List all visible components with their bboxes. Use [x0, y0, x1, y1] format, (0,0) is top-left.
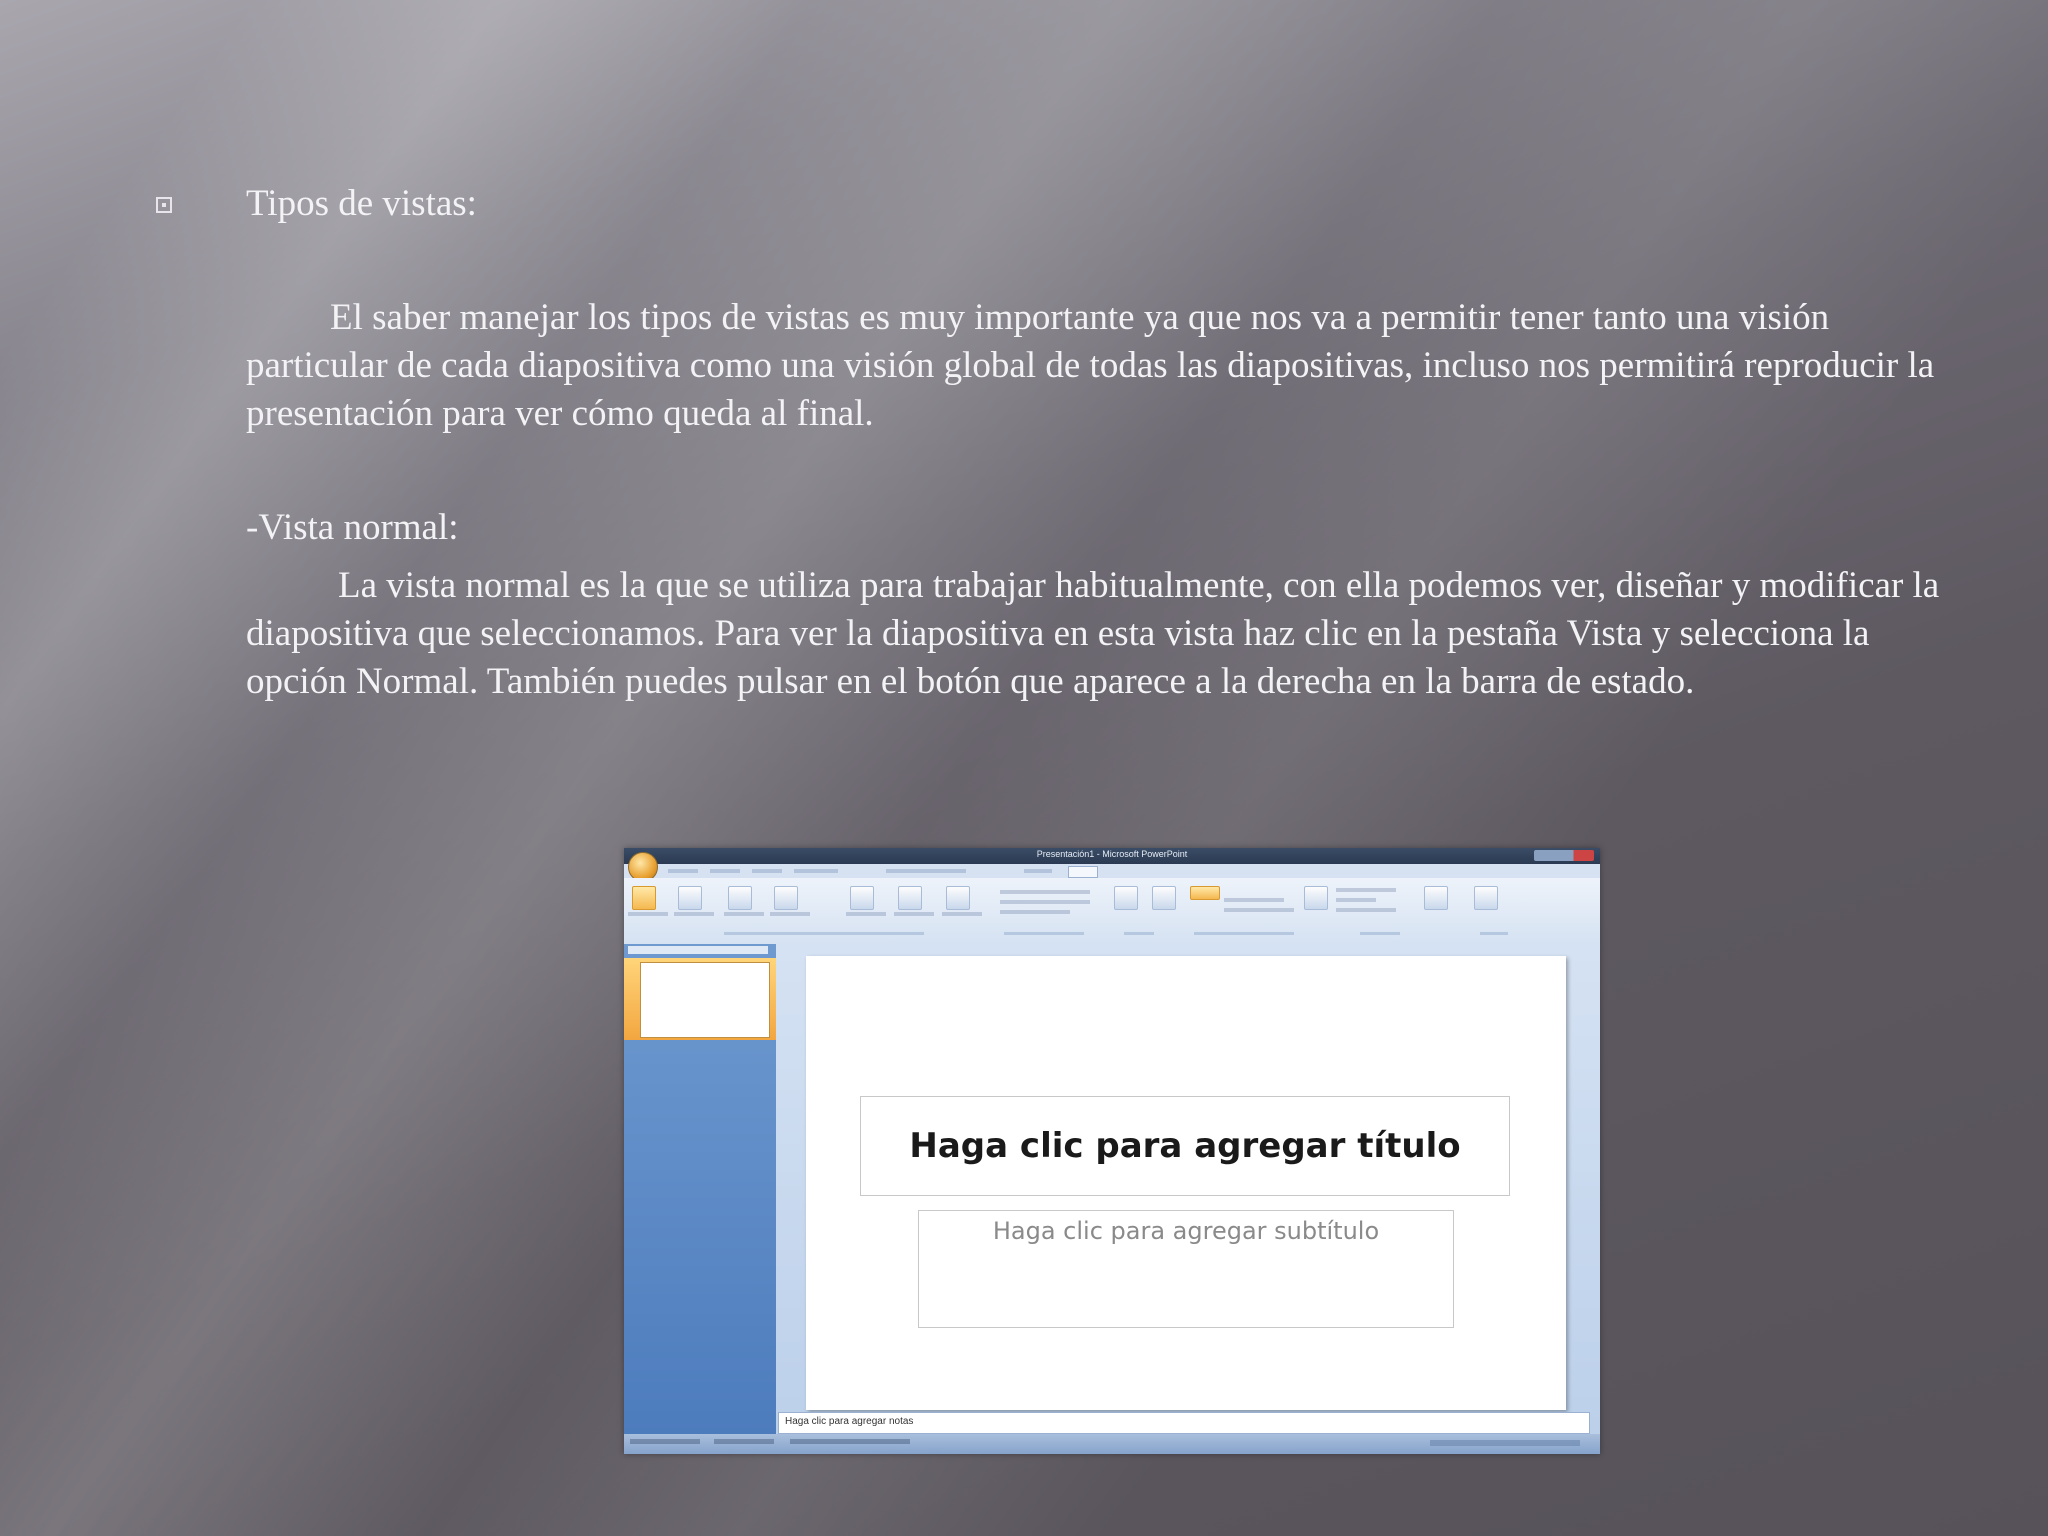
ribbon-tab-placeholder — [752, 869, 782, 873]
ribbon-group-placeholder — [1360, 932, 1400, 935]
screenshot-status-bar — [624, 1434, 1600, 1454]
ribbon-label-placeholder — [1000, 900, 1090, 904]
notes-page-icon — [728, 886, 752, 910]
screenshot-ribbon-tabs — [624, 864, 1600, 878]
paragraph-intro-text: El saber manejar los tipos de vistas es … — [246, 297, 1935, 434]
ribbon-label-placeholder — [770, 912, 810, 916]
ribbon-label-placeholder — [628, 912, 668, 916]
paragraph-intro: El saber manejar los tipos de vistas es … — [246, 294, 1946, 438]
slide-sorter-icon — [678, 886, 702, 910]
status-theme — [714, 1439, 774, 1444]
ribbon-group-placeholder — [1124, 932, 1154, 935]
zoom-slider — [1430, 1440, 1580, 1446]
normal-view-icon — [632, 886, 656, 910]
new-window-icon — [1304, 886, 1328, 910]
status-language — [790, 1439, 910, 1444]
ribbon-tab-placeholder — [886, 869, 966, 873]
notes-pane: Haga clic para agregar notas — [778, 1412, 1590, 1434]
square-bullet-icon — [156, 197, 172, 213]
screenshot-titlebar: Presentación1 - Microsoft PowerPoint — [624, 848, 1600, 864]
subtitle-placeholder: Haga clic para agregar subtítulo — [918, 1210, 1454, 1328]
slides-pane — [624, 944, 776, 1434]
handout-master-icon — [898, 886, 922, 910]
ribbon-tab-placeholder — [1024, 869, 1052, 873]
switch-windows-icon — [1424, 886, 1448, 910]
slide-heading: Tipos de vistas: — [246, 183, 477, 224]
title-placeholder: Haga clic para agregar título — [860, 1096, 1510, 1196]
status-slide-count — [630, 1439, 700, 1444]
ribbon-group-placeholder — [1480, 932, 1508, 935]
ribbon-tab-placeholder — [710, 869, 740, 873]
paragraph-vista-normal: La vista normal es la que se utiliza par… — [246, 562, 1946, 706]
macros-icon — [1474, 886, 1498, 910]
ribbon-tab-placeholder — [794, 869, 838, 873]
ribbon-group-placeholder — [1194, 932, 1294, 935]
notes-master-icon — [946, 886, 970, 910]
ribbon-group-placeholder — [724, 932, 924, 935]
slide-master-icon — [850, 886, 874, 910]
slide-thumbnail — [640, 962, 770, 1038]
slides-pane-tabs — [628, 946, 768, 954]
slide-editing-area: Haga clic para agregar título Haga clic … — [776, 944, 1600, 1434]
sub-heading-vista-normal: -Vista normal: — [246, 507, 459, 548]
ribbon-label-placeholder — [724, 912, 764, 916]
ribbon-label-placeholder — [942, 912, 982, 916]
powerpoint-screenshot: Presentación1 - Microsoft PowerPoint Hag… — [624, 848, 1600, 1454]
ribbon-label-placeholder — [1224, 898, 1284, 902]
screenshot-ribbon — [624, 878, 1600, 945]
ribbon-tab-vista — [1068, 866, 1098, 878]
ribbon-label-placeholder — [1336, 908, 1396, 912]
screenshot-window-title: Presentación1 - Microsoft PowerPoint — [1036, 849, 1188, 859]
ribbon-tab-placeholder — [668, 869, 698, 873]
color-mode-icon — [1190, 886, 1220, 900]
paragraph-vista-normal-text: La vista normal es la que se utiliza par… — [246, 565, 1940, 702]
ribbon-label-placeholder — [1000, 890, 1090, 894]
slide-content: Tipos de vistas: El saber manejar los ti… — [0, 0, 2048, 1536]
ribbon-label-placeholder — [1336, 898, 1376, 902]
ribbon-group-placeholder — [1004, 932, 1084, 935]
fit-window-icon — [1152, 886, 1176, 910]
zoom-icon — [1114, 886, 1138, 910]
window-controls-icon — [1534, 850, 1594, 861]
ribbon-label-placeholder — [1000, 910, 1070, 914]
slide-show-icon — [774, 886, 798, 910]
ribbon-label-placeholder — [674, 912, 714, 916]
ribbon-label-placeholder — [1336, 888, 1396, 892]
slide-canvas: Haga clic para agregar título Haga clic … — [806, 956, 1566, 1410]
ribbon-label-placeholder — [846, 912, 886, 916]
ribbon-label-placeholder — [1224, 908, 1294, 912]
ribbon-label-placeholder — [894, 912, 934, 916]
